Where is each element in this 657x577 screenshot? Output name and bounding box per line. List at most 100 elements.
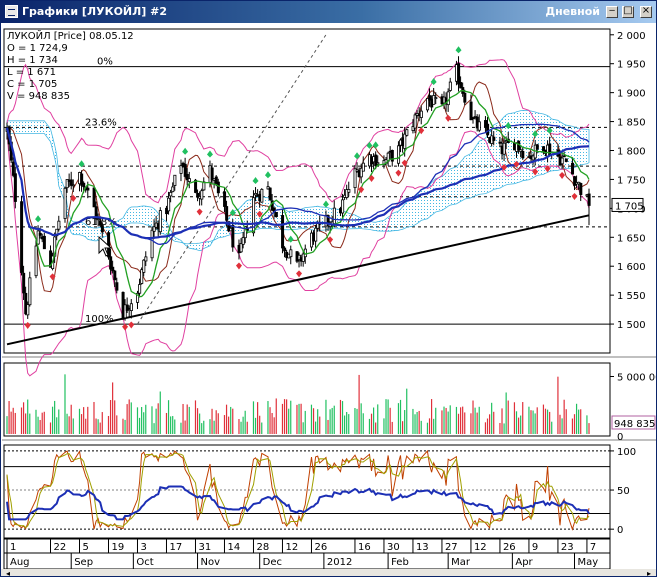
candle-body [142, 259, 146, 273]
candle-body [125, 304, 129, 311]
date-axis-month-label: Feb [391, 557, 409, 568]
candle-body [100, 225, 104, 233]
candle-body [92, 187, 96, 208]
candle-body [98, 220, 102, 226]
price-axis-label: 1 500 [617, 320, 646, 331]
candle-body [239, 243, 243, 253]
date-axis-month-label: May [578, 557, 599, 568]
candle-body [86, 187, 90, 191]
candle-body [20, 201, 24, 273]
date-axis-day-label: 28 [256, 542, 269, 553]
date-axis-day-label: 19 [111, 542, 124, 553]
candle-body [521, 150, 525, 159]
candle-body [579, 183, 583, 195]
volume-axis-label: 5 000 000 [617, 373, 656, 384]
candle-body [314, 227, 318, 242]
candle-body [34, 245, 38, 277]
date-axis-month-label: Aug [10, 557, 30, 568]
candle-body [434, 97, 438, 99]
candle-body [376, 162, 380, 165]
candle-body [158, 210, 162, 233]
date-axis-day-label: 30 [387, 542, 400, 553]
candle-body [562, 155, 566, 158]
scroll-right-icon[interactable]: ▸ [647, 569, 651, 576]
candle-body [448, 81, 452, 91]
last-volume-label: 948 835 [614, 419, 655, 430]
candle-body [63, 187, 67, 219]
price-axis-label: 1 600 [617, 262, 646, 273]
date-axis-month-label: Sep [74, 557, 93, 568]
candle-body [82, 182, 86, 188]
ohlcv-volume: V = 948 835 [7, 91, 70, 102]
candle-body [471, 117, 475, 120]
candle-body [171, 186, 175, 193]
date-axis-day-label: 3 [140, 542, 146, 553]
candle-body [397, 145, 401, 164]
candle-body [28, 277, 32, 306]
candle-body [57, 220, 61, 230]
candle-body [341, 199, 345, 214]
minimize-icon: ‒ [608, 5, 616, 16]
candle-body [457, 63, 461, 85]
candle-body [477, 121, 481, 131]
candle-body [169, 191, 173, 197]
date-axis-month-label: 2012 [327, 557, 352, 568]
candle-body [560, 157, 564, 165]
title-bar[interactable]: Графики [ЛУКОЙЛ] #2 Дневной ‒ □ × [1, 1, 656, 23]
date-axis-day-label: 1 [10, 542, 16, 553]
close-icon: × [641, 5, 651, 16]
candle-body [564, 158, 568, 162]
price-axis-label: 1 900 [617, 89, 646, 100]
candle-body [115, 282, 119, 291]
horizontal-scrollbar[interactable] [1, 569, 656, 576]
date-axis-day-label: 16 [358, 542, 371, 553]
candle-body [113, 270, 117, 281]
candle-body [167, 197, 171, 212]
candle-body [332, 207, 336, 225]
fibonacci-level-label: 0% [97, 57, 113, 68]
chart-window-icon [5, 5, 18, 18]
candle-body [71, 184, 75, 187]
chart-area[interactable]: 2 000 1 950 1 900 1 850 1 800 1 750 1 7 0 0 1 650… [1, 23, 656, 576]
period-label[interactable]: Дневной [545, 5, 600, 18]
candle-body [274, 212, 278, 218]
last-price-label: 1 705 [615, 201, 644, 212]
price-axis-label: 1 800 [617, 147, 646, 158]
candle-body [289, 249, 293, 258]
candle-body [223, 191, 227, 207]
price-axis-label: 1 950 [617, 60, 646, 71]
date-axis-day-label: 12 [474, 542, 487, 553]
candle-body [129, 303, 133, 311]
date-axis-month-label: Dec [263, 557, 282, 568]
date-axis-month-label: Nov [201, 557, 221, 568]
candle-body [281, 215, 285, 249]
candle-body [26, 304, 30, 316]
date-axis-day-label: 23 [561, 542, 574, 553]
minimize-button[interactable]: ‒ [606, 5, 618, 18]
candle-body [13, 173, 17, 202]
date-axis-month-label: Oct [136, 557, 153, 568]
date-axis-day-label: 9 [532, 542, 538, 553]
volume-axis-zero-label: 0 [617, 432, 623, 443]
date-axis-day-label: 14 [227, 542, 240, 553]
date-axis-month-label: Mar [451, 557, 471, 568]
candle-body [361, 162, 365, 172]
candle-body [463, 92, 467, 103]
maximize-icon: □ [623, 5, 633, 16]
candle-body [96, 218, 100, 221]
ohlcv-high: H = 1 734 [7, 55, 58, 66]
scroll-left-icon[interactable]: ◂ [6, 569, 10, 576]
maximize-button[interactable]: □ [622, 5, 634, 18]
candle-body [419, 110, 423, 118]
candle-body [469, 101, 473, 121]
candle-body [225, 206, 229, 221]
candle-body [210, 167, 214, 181]
candle-body [200, 190, 204, 200]
candle-body [144, 256, 148, 262]
window-title: Графики [ЛУКОЙЛ] #2 [22, 5, 167, 18]
date-axis-day-label: 26 [314, 542, 327, 553]
candle-body [535, 144, 539, 150]
candle-body [498, 141, 502, 144]
candle-body [403, 133, 407, 149]
close-button[interactable]: × [640, 5, 652, 18]
